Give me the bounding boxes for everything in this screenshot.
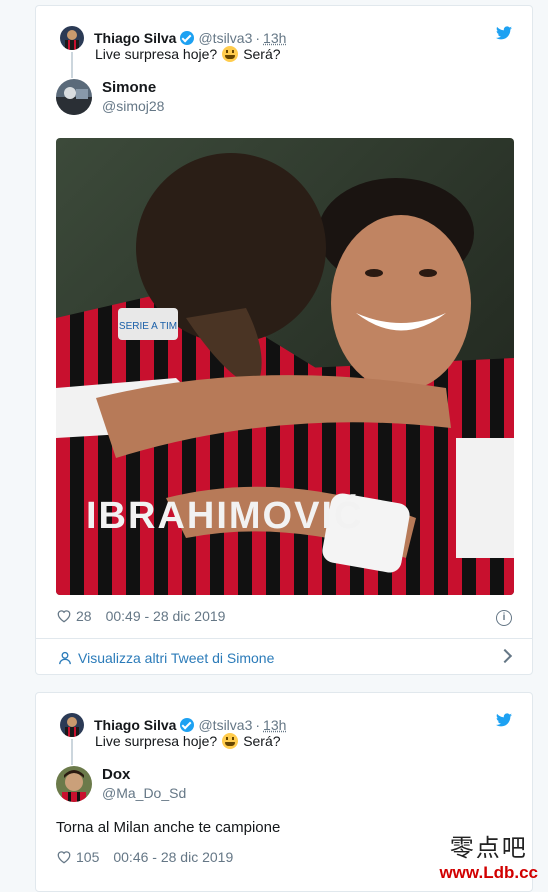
tweet-meta: 105 00:46 - 28 dic 2019 — [56, 849, 233, 865]
author-name[interactable]: Simone — [102, 79, 164, 97]
context-text-after: Será? — [243, 46, 280, 62]
tweet-meta: 28 00:49 - 28 dic 2019 — [56, 608, 225, 624]
like-count[interactable]: 105 — [76, 849, 99, 865]
heart-icon[interactable] — [56, 850, 72, 864]
verified-badge-icon — [180, 31, 194, 45]
jersey-name-text: IBRAHIMOVIĆ — [86, 493, 363, 537]
info-icon[interactable]: i — [496, 610, 512, 626]
watermark-url-text: www.Ldb.cc — [439, 863, 538, 883]
watermark-chinese-text: 零点吧 — [439, 828, 538, 863]
context-text-after: Será? — [243, 733, 280, 749]
verified-badge-icon — [180, 718, 194, 732]
view-more-tweets-link[interactable]: Visualizza altri Tweet di Simone — [36, 638, 532, 677]
tweet-timestamp[interactable]: 00:49 - 28 dic 2019 — [106, 608, 226, 624]
author-handle[interactable]: @Ma_Do_Sd — [102, 784, 186, 802]
author-name[interactable]: Dox — [102, 766, 186, 784]
site-watermark: 零点吧 www.Ldb.cc — [439, 828, 538, 883]
chevron-right-icon[interactable] — [498, 649, 512, 663]
tweet-body-text: Torna al Milan anche te campione — [56, 819, 280, 836]
thiago-silva-avatar[interactable] — [60, 713, 84, 737]
context-time[interactable]: 13h — [263, 30, 286, 46]
tweet-photo[interactable]: SERIE A TIM IBRAHIMOVIĆ — [56, 138, 514, 595]
context-tweet-text: Live surpresa hoje? Será? — [95, 733, 281, 749]
dot-separator: · — [255, 717, 260, 733]
thread-line — [71, 52, 73, 78]
badge-text: SERIE A TIM — [119, 321, 177, 332]
context-author-handle[interactable]: @tsilva3 — [198, 30, 252, 46]
tweet-timestamp[interactable]: 00:46 - 28 dic 2019 — [113, 849, 233, 865]
thiago-silva-avatar[interactable] — [60, 26, 84, 50]
author-handle[interactable]: @simoj28 — [102, 97, 164, 115]
tweet-author[interactable]: Simone @simoj28 — [56, 79, 164, 115]
embedded-tweet-card-simone: Thiago Silva @tsilva3 · 13h Live surpres… — [35, 5, 533, 675]
person-icon — [58, 651, 72, 665]
heart-icon[interactable] — [56, 609, 72, 623]
dox-avatar[interactable] — [56, 766, 92, 802]
context-author-name[interactable]: Thiago Silva — [94, 30, 176, 46]
context-text-before: Live surpresa hoje? — [95, 733, 217, 749]
context-tweet-text: Live surpresa hoje? Será? — [95, 46, 281, 62]
context-text-before: Live surpresa hoje? — [95, 46, 217, 62]
dot-separator: · — [255, 30, 260, 46]
thread-line — [71, 739, 73, 765]
grinning-emoji-icon — [222, 46, 238, 62]
tweet-author[interactable]: Dox @Ma_Do_Sd — [56, 766, 186, 802]
context-author-handle[interactable]: @tsilva3 — [198, 717, 252, 733]
view-more-tweets-label[interactable]: Visualizza altri Tweet di Simone — [78, 650, 274, 666]
context-time[interactable]: 13h — [263, 717, 286, 733]
simone-avatar[interactable] — [56, 79, 92, 115]
grinning-emoji-icon — [222, 733, 238, 749]
twitter-bird-icon[interactable] — [496, 26, 512, 40]
context-author-name[interactable]: Thiago Silva — [94, 717, 176, 733]
twitter-bird-icon[interactable] — [496, 713, 512, 727]
like-count[interactable]: 28 — [76, 608, 92, 624]
